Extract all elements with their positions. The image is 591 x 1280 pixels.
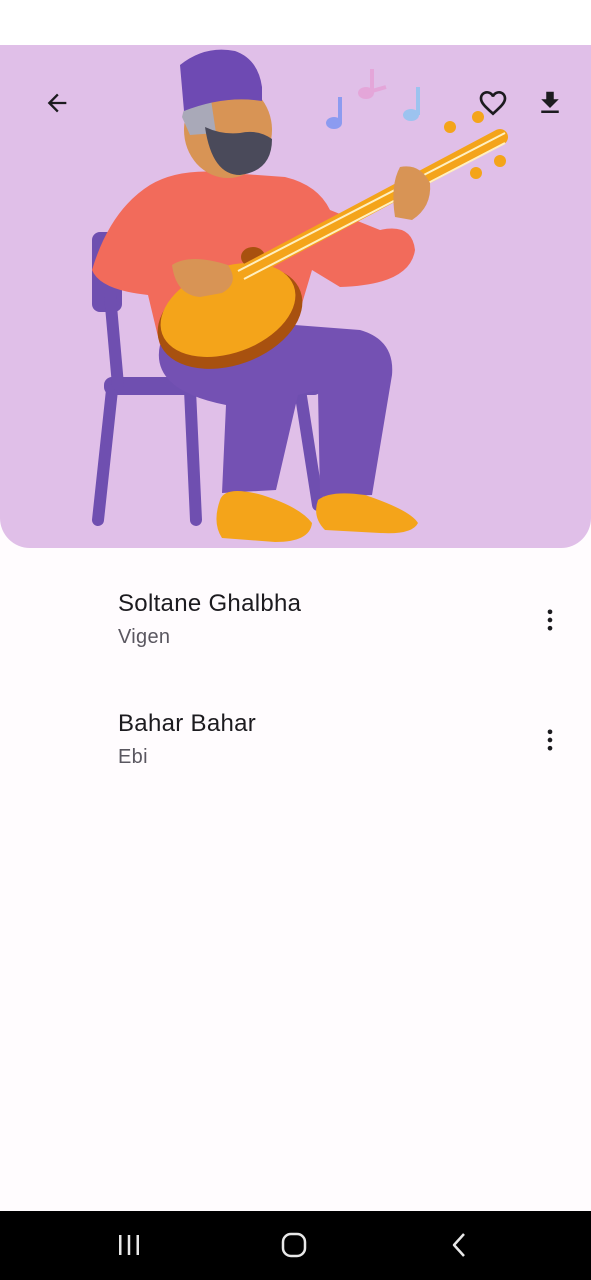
- music-notes: [326, 69, 420, 129]
- more-vert-icon: [547, 729, 553, 751]
- back-button[interactable]: [33, 79, 81, 127]
- status-bar: [0, 0, 591, 45]
- song-title: Bahar Bahar: [118, 710, 257, 737]
- song-list-item[interactable]: Soltane Ghalbha Vigen: [0, 560, 591, 680]
- download-button[interactable]: [526, 79, 574, 127]
- home-button[interactable]: [259, 1221, 329, 1269]
- arrow-back-icon: [47, 93, 67, 113]
- song-menu-button[interactable]: [526, 596, 574, 644]
- nav-back-icon: [452, 1233, 465, 1257]
- favorite-button[interactable]: [469, 79, 517, 127]
- recent-apps-button[interactable]: [94, 1221, 164, 1269]
- song-list-item[interactable]: Bahar Bahar Ebi: [0, 680, 591, 800]
- heart-outline-icon: [479, 91, 507, 116]
- song-title: Soltane Ghalbha: [118, 590, 302, 617]
- hero-artwork: [0, 45, 591, 548]
- download-icon: [541, 91, 559, 113]
- home-icon: [281, 1232, 307, 1258]
- song-menu-button[interactable]: [526, 716, 574, 764]
- recent-apps-icon: [119, 1235, 139, 1255]
- song-artist: Vigen: [118, 626, 171, 648]
- system-navigation-bar: [0, 1211, 591, 1280]
- song-artist: Ebi: [118, 746, 148, 768]
- more-vert-icon: [547, 609, 553, 631]
- nav-back-button[interactable]: [425, 1221, 495, 1269]
